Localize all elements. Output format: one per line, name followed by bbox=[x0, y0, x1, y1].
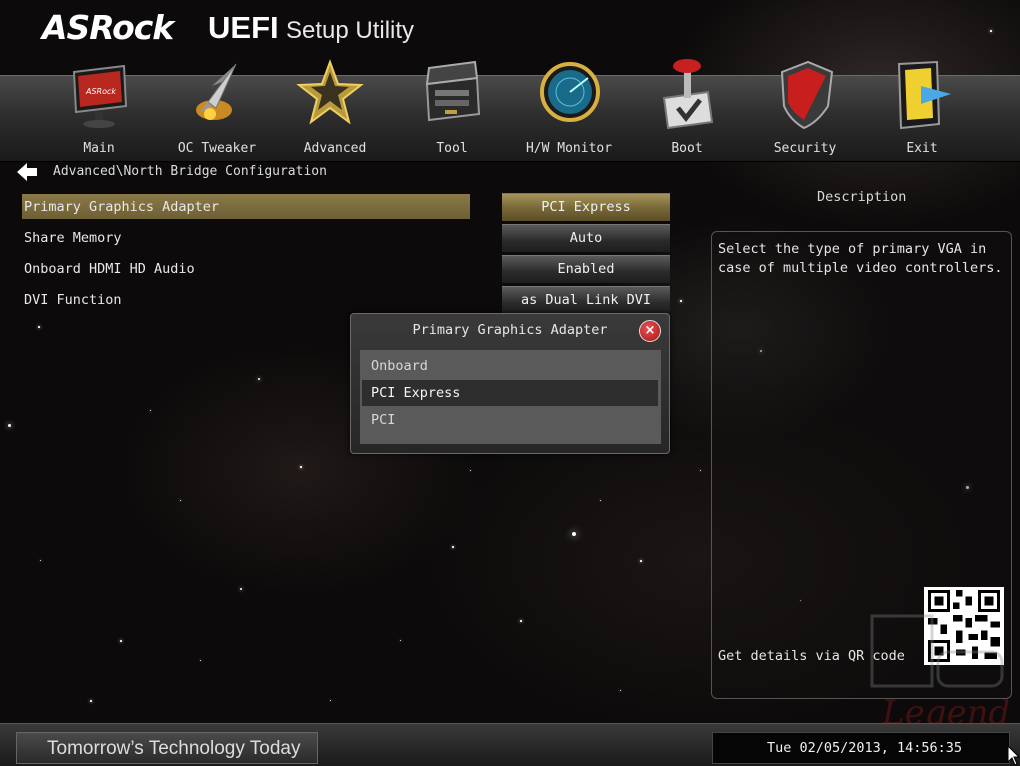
tab-advanced[interactable]: Advanced bbox=[276, 59, 394, 161]
datetime: Tue 02/05/2013, 14:56:35 bbox=[767, 740, 963, 756]
popup-title: Primary Graphics Adapter bbox=[412, 322, 608, 338]
option-onboard[interactable]: Onboard bbox=[362, 353, 658, 379]
star bbox=[120, 640, 122, 642]
option-pci-express[interactable]: PCI Express bbox=[362, 380, 658, 406]
exit-door-icon bbox=[897, 60, 951, 130]
star-icon bbox=[296, 59, 365, 125]
nav-bar: ASRock Main OC Tweaker Advanced Tool H/W… bbox=[0, 59, 1020, 162]
tab-security[interactable]: Security bbox=[746, 60, 864, 161]
star bbox=[38, 326, 40, 328]
star bbox=[600, 500, 601, 501]
mouse-cursor-icon bbox=[1008, 746, 1020, 765]
joystick-icon bbox=[662, 59, 714, 130]
value-onboard-hdmi-hd-audio[interactable]: Enabled bbox=[502, 255, 670, 283]
tab-exit[interactable]: Exit bbox=[863, 60, 981, 161]
setting-share-memory[interactable]: Share Memory bbox=[24, 230, 122, 246]
shield-icon bbox=[780, 60, 834, 130]
title-sub: Setup Utility bbox=[286, 17, 415, 44]
star bbox=[452, 546, 454, 548]
star bbox=[520, 620, 522, 622]
star bbox=[470, 470, 471, 471]
star bbox=[680, 300, 682, 302]
tab-security-label: Security bbox=[773, 141, 837, 156]
star bbox=[8, 424, 11, 427]
star bbox=[200, 660, 201, 661]
description-text: Select the type of primary VGA in case o… bbox=[718, 241, 1003, 276]
setting-dvi-function[interactable]: DVI Function bbox=[24, 292, 122, 308]
star bbox=[90, 700, 92, 702]
star bbox=[40, 560, 41, 561]
star bbox=[150, 410, 151, 411]
tab-main[interactable]: ASRock Main bbox=[40, 64, 158, 161]
star bbox=[572, 532, 576, 536]
toolbox-icon bbox=[425, 60, 481, 122]
tab-oc-tweaker[interactable]: OC Tweaker bbox=[158, 63, 276, 161]
tab-tool[interactable]: Tool bbox=[393, 60, 511, 161]
star bbox=[640, 560, 642, 562]
rocket-icon bbox=[196, 63, 237, 120]
star bbox=[180, 500, 181, 501]
radar-icon bbox=[540, 62, 600, 122]
star bbox=[700, 470, 701, 471]
watermark-logo: Legend bbox=[870, 614, 1008, 733]
star bbox=[258, 378, 260, 380]
monitor-icon: ASRock bbox=[72, 64, 128, 128]
star bbox=[330, 700, 331, 701]
tab-hw-monitor-label: H/W Monitor bbox=[525, 141, 613, 156]
tab-advanced-label: Advanced bbox=[303, 141, 367, 156]
tab-main-label: Main bbox=[83, 141, 115, 156]
brand-logo: ASRock bbox=[42, 8, 174, 47]
close-icon[interactable]: × bbox=[639, 320, 661, 342]
star bbox=[300, 466, 302, 468]
setting-primary-graphics-adapter[interactable]: Primary Graphics Adapter bbox=[24, 199, 219, 215]
option-pci[interactable]: PCI bbox=[362, 407, 658, 433]
popup-options-list: Onboard PCI Express PCI bbox=[360, 350, 661, 444]
back-arrow-icon[interactable] bbox=[17, 163, 37, 181]
value-share-memory[interactable]: Auto bbox=[502, 224, 670, 252]
star bbox=[620, 690, 621, 691]
options-popup: Primary Graphics Adapter × Onboard PCI E… bbox=[350, 313, 670, 454]
star bbox=[400, 640, 401, 641]
star bbox=[240, 588, 242, 590]
tab-boot[interactable]: Boot bbox=[628, 59, 746, 161]
footer-bar: Tomorrow’s Technology Today Tue 02/05/20… bbox=[0, 723, 1020, 766]
clock-box: Tue 02/05/2013, 14:56:35 bbox=[712, 732, 1010, 764]
svg-text:ASRock: ASRock bbox=[85, 87, 116, 96]
title-main: UEFI bbox=[208, 10, 279, 45]
tagline: Tomorrow’s Technology Today bbox=[47, 738, 301, 759]
tab-exit-label: Exit bbox=[906, 141, 938, 156]
value-dvi-function[interactable]: as Dual Link DVI bbox=[502, 286, 670, 314]
tab-boot-label: Boot bbox=[671, 141, 703, 156]
tab-tool-label: Tool bbox=[436, 141, 468, 156]
value-primary-graphics-adapter[interactable]: PCI Express bbox=[502, 193, 670, 221]
setting-onboard-hdmi-hd-audio[interactable]: Onboard HDMI HD Audio bbox=[24, 261, 195, 277]
breadcrumb: Advanced\North Bridge Configuration bbox=[53, 164, 327, 179]
tab-hw-monitor[interactable]: H/W Monitor bbox=[510, 62, 628, 161]
description-title: Description bbox=[817, 189, 907, 205]
tagline-box: Tomorrow’s Technology Today bbox=[16, 732, 318, 764]
tab-oc-tweaker-label: OC Tweaker bbox=[177, 141, 257, 156]
header: ASRock UEFI Setup Utility bbox=[0, 0, 1020, 75]
